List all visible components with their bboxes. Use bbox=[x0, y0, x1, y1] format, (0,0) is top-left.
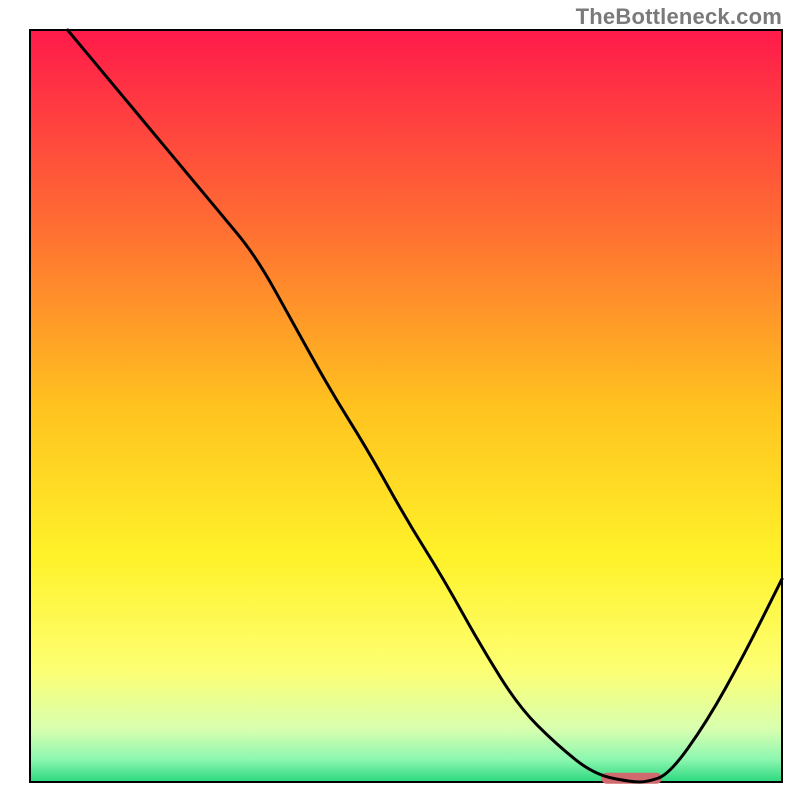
watermark-text: TheBottleneck.com bbox=[576, 4, 782, 30]
chart-container: TheBottleneck.com bbox=[0, 0, 800, 800]
bottleneck-chart bbox=[0, 0, 800, 800]
plot-background bbox=[30, 30, 782, 782]
